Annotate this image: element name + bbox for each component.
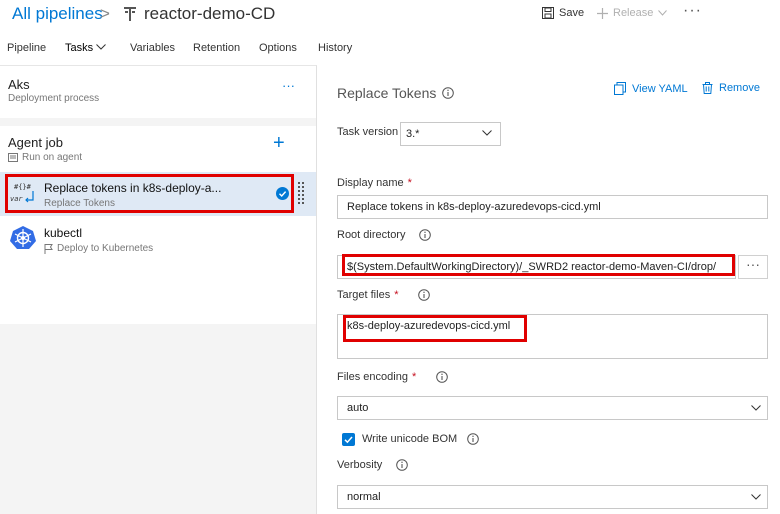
tab-bar: Pipeline Tasks Variables Retention Optio… [0,36,780,64]
tab-tasks-label: Tasks [65,42,94,54]
info-icon[interactable] [442,87,455,99]
files-encoding-label: Files encoding * [337,371,449,383]
write-bom-label: Write unicode BOM [362,433,479,445]
task-version-label-text: Task version [337,126,399,138]
verbosity-label: Verbosity [337,459,409,471]
more-actions-button[interactable]: ··· [683,2,702,20]
tab-options[interactable]: Options [259,42,297,54]
task-version-value: 3.* [406,128,420,140]
task-subtitle-text: Deploy to Kubernetes [57,243,154,254]
yaml-icon [614,82,626,95]
trash-icon [702,82,713,94]
pipeline-icon [124,7,136,21]
check-circle-icon [276,187,289,200]
stage-subtitle: Deployment process [8,93,100,104]
browse-button[interactable]: ··· [738,255,768,279]
highlight-box [342,254,735,276]
tab-variables[interactable]: Variables [130,42,175,54]
display-name-label-text: Display name [337,177,404,189]
task-subtitle: Deploy to Kubernetes [44,243,153,254]
view-yaml-label: View YAML [632,82,688,95]
remove-label: Remove [719,82,760,94]
view-yaml-button[interactable]: View YAML [614,82,688,95]
task-title: kubectl [44,226,83,240]
root-directory-label-text: Root directory [337,229,406,241]
chevron-down-icon [96,44,106,50]
tab-pipeline[interactable]: Pipeline [7,42,46,54]
breadcrumb-all-pipelines[interactable]: All pipelines [12,4,103,24]
stage-header[interactable]: Aks Deployment process ··· [0,66,316,118]
task-list-panel: Aks Deployment process ··· Agent job Run… [0,65,317,514]
task-version-label: Task version [337,126,398,138]
chevron-down-icon [751,494,761,500]
verbosity-label-text: Verbosity [337,459,383,471]
chevron-down-icon [658,10,668,16]
release-label: Release [613,7,654,19]
save-label: Save [559,7,585,19]
required-mark: * [411,371,417,383]
display-name-input[interactable]: Replace tokens in k8s-deploy-azuredevops… [337,195,768,219]
display-name-label: Display name * [337,177,412,189]
files-encoding-value: auto [347,402,369,414]
required-mark: * [407,177,412,189]
agent-icon [8,153,18,162]
required-mark: * [394,289,399,301]
target-files-label: Target files * [337,289,431,301]
info-icon[interactable] [467,433,479,445]
info-icon[interactable] [396,459,409,471]
tab-tasks[interactable]: Tasks [65,42,106,54]
breadcrumb-separator: > [100,4,110,23]
header: All pipelines > reactor-demo-CD Save Rel… [0,0,780,30]
task-title: Replace tokens in k8s-deploy-a... [44,181,222,195]
icon-text-bottom: var [10,195,23,203]
panel-title: Replace Tokens [337,85,455,101]
replace-tokens-icon: #{}# var [10,183,34,203]
plus-icon [597,7,608,19]
save-icon [542,7,554,19]
save-button[interactable]: Save [542,7,584,19]
write-bom-label-text: Write unicode BOM [362,433,458,445]
root-directory-label: Root directory [337,229,432,241]
drag-handle-icon[interactable] [298,182,304,206]
agent-job-subtitle-text: Run on agent [22,152,83,163]
agent-job-name: Agent job [8,135,63,150]
files-encoding-label-text: Files encoding [337,371,408,383]
tab-history[interactable]: History [318,42,352,54]
release-button[interactable]: Release [597,7,668,19]
verbosity-select[interactable]: normal [337,485,768,509]
stage-more-button[interactable]: ··· [282,78,295,93]
target-files-label-text: Target files [337,289,391,301]
info-icon[interactable] [419,229,432,241]
files-encoding-select[interactable]: auto [337,396,768,420]
info-icon[interactable] [436,371,449,383]
task-row-kubectl[interactable]: kubectl Deploy to Kubernetes [0,217,316,261]
info-icon[interactable] [418,289,431,301]
task-subtitle-text: Replace Tokens [44,198,115,209]
agent-job-subtitle: Run on agent [8,152,82,163]
chevron-down-icon [751,405,761,411]
icon-text-top: #{}# [14,183,32,191]
kubernetes-icon [10,226,36,249]
agent-job-row[interactable]: Agent job Run on agent + [0,126,316,170]
flag-icon [44,243,53,254]
stage-name: Aks [8,77,30,92]
pipeline-title: reactor-demo-CD [144,4,276,23]
task-detail-panel: Replace Tokens View YAML Remove Task ver… [318,65,780,514]
remove-button[interactable]: Remove [702,82,760,94]
verbosity-value: normal [347,491,381,503]
tab-retention[interactable]: Retention [193,42,240,54]
panel-title-text: Replace Tokens [337,85,437,101]
chevron-down-icon [482,130,492,136]
checkbox-check-icon [344,436,353,444]
task-subtitle: Replace Tokens [44,198,115,209]
task-row-replace-tokens[interactable]: #{}# var Replace tokens in k8s-deploy-a.… [0,172,316,216]
add-task-button[interactable]: + [273,132,285,155]
job-list: Agent job Run on agent + #{}# var Replac… [0,126,316,324]
task-version-select[interactable]: 3.* [400,122,501,146]
highlight-box [343,315,527,342]
write-bom-checkbox[interactable] [342,433,355,446]
